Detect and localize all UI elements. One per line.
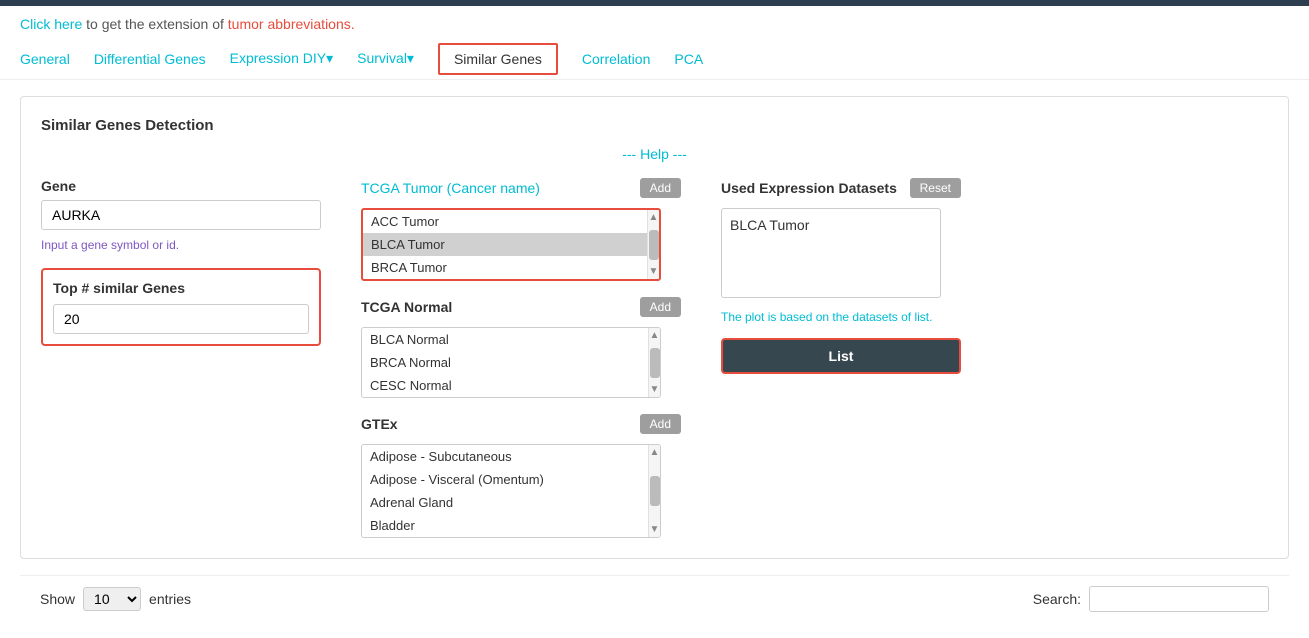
- datasets-column: Used Expression Datasets Reset BLCA Tumo…: [721, 178, 961, 374]
- tcga-normal-header: TCGA Normal Add: [361, 297, 681, 317]
- dataset-box: BLCA Tumor: [721, 208, 941, 298]
- list-button[interactable]: List: [721, 338, 961, 374]
- tumor-abbrev-text: tumor abbreviations.: [228, 16, 355, 32]
- scroll-up-arrow3[interactable]: ▲: [650, 447, 660, 458]
- scroll-up-arrow2[interactable]: ▲: [650, 330, 660, 341]
- gtex-item-adipose-vis[interactable]: Adipose - Visceral (Omentum): [362, 468, 648, 491]
- gtex-scrollbar[interactable]: ▲ ▼: [648, 445, 660, 537]
- notice-middle: to get the extension of: [86, 16, 228, 32]
- tcga-normal-item-cesc[interactable]: CESC Normal: [362, 374, 648, 397]
- tcga-tumor-scrollbar[interactable]: ▲ ▼: [647, 210, 659, 279]
- form-layout: Gene Input a gene symbol or id. Top # si…: [41, 178, 1268, 538]
- gtex-item-adrenal[interactable]: Adrenal Gland: [362, 491, 648, 514]
- scroll-down-arrow3[interactable]: ▼: [650, 524, 660, 535]
- plot-hint: The plot is based on the datasets of lis…: [721, 310, 961, 324]
- scroll-up-arrow[interactable]: ▲: [649, 212, 659, 223]
- search-input[interactable]: [1089, 586, 1269, 612]
- search-row: Show 10 25 50 100 entries Search:: [40, 586, 1269, 612]
- gtex-item-adipose-sub[interactable]: Adipose - Subcutaneous: [362, 445, 648, 468]
- reset-button[interactable]: Reset: [910, 178, 961, 198]
- tcga-normal-listbox[interactable]: BLCA Normal BRCA Normal CESC Normal ▲ ▼: [361, 327, 661, 398]
- gene-hint: Input a gene symbol or id.: [41, 238, 321, 252]
- nav-expression-diy[interactable]: Expression DIY▾: [230, 42, 334, 75]
- tcga-normal-title: TCGA Normal: [361, 299, 452, 315]
- nav-pca[interactable]: PCA: [674, 43, 703, 75]
- datasets-title: Used Expression Datasets: [721, 180, 897, 196]
- dataset-value: BLCA Tumor: [730, 217, 809, 233]
- nav-bar: General Differential Genes Expression DI…: [0, 42, 1309, 80]
- nav-general[interactable]: General: [20, 43, 70, 75]
- gene-input[interactable]: [41, 200, 321, 230]
- gtex-add-button[interactable]: Add: [640, 414, 681, 434]
- tcga-normal-add-button[interactable]: Add: [640, 297, 681, 317]
- entries-select[interactable]: 10 25 50 100: [83, 587, 141, 611]
- show-label: Show: [40, 591, 75, 607]
- help-text: --- Help ---: [41, 146, 1268, 162]
- search-area: Search:: [1033, 586, 1269, 612]
- tcga-normal-item-blca[interactable]: BLCA Normal: [362, 328, 648, 351]
- scroll-down-arrow2[interactable]: ▼: [650, 384, 660, 395]
- entries-label: entries: [149, 591, 191, 607]
- tcga-tumor-item-brca[interactable]: BRCA Tumor: [363, 256, 647, 279]
- tcga-tumor-item-blca[interactable]: BLCA Tumor: [363, 233, 647, 256]
- show-entries: Show 10 25 50 100 entries: [40, 587, 191, 611]
- click-here-link[interactable]: Click here: [20, 16, 82, 32]
- tcga-normal-item-brca[interactable]: BRCA Normal: [362, 351, 648, 374]
- gtex-listbox[interactable]: Adipose - Subcutaneous Adipose - Viscera…: [361, 444, 661, 538]
- top-similar-label: Top # similar Genes: [53, 280, 309, 296]
- top-similar-box: Top # similar Genes: [41, 268, 321, 346]
- gtex-header: GTEx Add: [361, 414, 681, 434]
- tcga-tumor-add-button[interactable]: Add: [640, 178, 681, 198]
- gene-column: Gene Input a gene symbol or id. Top # si…: [41, 178, 321, 346]
- tcga-normal-list-inner: BLCA Normal BRCA Normal CESC Normal: [362, 328, 648, 397]
- scroll-thumb[interactable]: [649, 230, 659, 260]
- tcga-tumor-header: TCGA Tumor (Cancer name) Add: [361, 178, 681, 198]
- tcga-normal-scrollbar[interactable]: ▲ ▼: [648, 328, 660, 397]
- header-notice: Click here to get the extension of tumor…: [0, 6, 1309, 42]
- gtex-title: GTEx: [361, 416, 398, 432]
- top-similar-input[interactable]: [53, 304, 309, 334]
- panel-title: Similar Genes Detection: [41, 117, 1268, 134]
- search-label: Search:: [1033, 591, 1081, 607]
- scroll-thumb3[interactable]: [650, 476, 660, 506]
- nav-correlation[interactable]: Correlation: [582, 43, 650, 75]
- nav-survival[interactable]: Survival▾: [357, 42, 414, 75]
- tcga-tumor-listbox[interactable]: ACC Tumor BLCA Tumor BRCA Tumor ▲ ▼: [361, 208, 661, 281]
- scroll-thumb2[interactable]: [650, 348, 660, 378]
- tcga-column: TCGA Tumor (Cancer name) Add ACC Tumor B…: [361, 178, 681, 538]
- tcga-tumor-list-inner: ACC Tumor BLCA Tumor BRCA Tumor: [363, 210, 647, 279]
- tcga-tumor-item-acc[interactable]: ACC Tumor: [363, 210, 647, 233]
- gtex-item-bladder[interactable]: Bladder: [362, 514, 648, 537]
- similar-genes-panel: Similar Genes Detection --- Help --- Gen…: [20, 96, 1289, 559]
- nav-similar-genes[interactable]: Similar Genes: [438, 43, 558, 75]
- scroll-down-arrow[interactable]: ▼: [649, 266, 659, 277]
- bottom-section: Show 10 25 50 100 entries Search:: [20, 575, 1289, 622]
- gtex-list-inner: Adipose - Subcutaneous Adipose - Viscera…: [362, 445, 648, 537]
- gene-label: Gene: [41, 178, 321, 194]
- main-content: Similar Genes Detection --- Help --- Gen…: [0, 80, 1309, 638]
- datasets-header: Used Expression Datasets Reset: [721, 178, 961, 198]
- tcga-tumor-title: TCGA Tumor (Cancer name): [361, 180, 540, 196]
- cancer-name-label: (Cancer name): [447, 180, 540, 196]
- nav-differential-genes[interactable]: Differential Genes: [94, 43, 206, 75]
